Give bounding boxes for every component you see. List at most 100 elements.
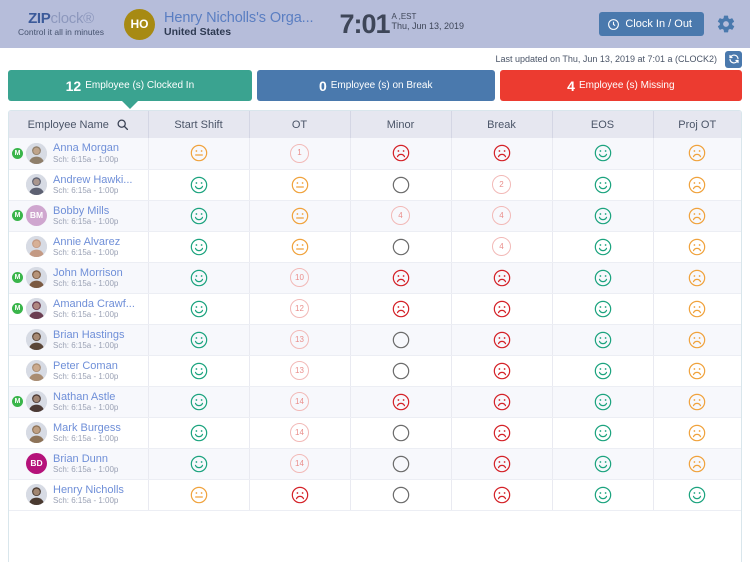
column-minor[interactable]: Minor <box>350 111 452 138</box>
employee-name[interactable]: Mark Burgess <box>53 422 121 435</box>
employee-name[interactable]: Peter Coman <box>53 360 118 373</box>
ot-neutral-face-icon[interactable] <box>290 206 310 226</box>
ot-sad-face-icon[interactable] <box>290 485 310 505</box>
minor-cell[interactable] <box>350 448 452 480</box>
tab-clocked-in[interactable]: 12 Employee (s) Clocked In <box>8 70 252 101</box>
eos-cell[interactable] <box>552 138 654 170</box>
avatar[interactable] <box>26 328 47 350</box>
minor-empty-circle-icon[interactable] <box>391 485 411 505</box>
proj-ot-sad-face-icon[interactable] <box>687 268 707 288</box>
ot-cell[interactable] <box>249 169 351 201</box>
eos-cell[interactable] <box>552 293 654 325</box>
break-cell[interactable] <box>451 479 553 511</box>
ot-neutral-face-icon[interactable] <box>290 175 310 195</box>
break-cell[interactable] <box>451 324 553 356</box>
minor-cell[interactable] <box>350 324 452 356</box>
table-row[interactable]: Andrew Hawki... Sch: 6:15a - 1:00p 2 <box>9 169 741 201</box>
break-sad-face-icon[interactable] <box>492 330 512 350</box>
proj-ot-sad-face-icon[interactable] <box>687 330 707 350</box>
avatar[interactable] <box>26 297 47 319</box>
column-start-shift[interactable]: Start Shift <box>148 111 250 138</box>
minor-sad-face-icon[interactable] <box>391 268 411 288</box>
minor-cell[interactable] <box>350 293 452 325</box>
break-sad-face-icon[interactable] <box>492 268 512 288</box>
eos-happy-face-icon[interactable] <box>593 454 613 474</box>
employee-name-cell[interactable]: Andrew Hawki... Sch: 6:15a - 1:00p <box>9 169 149 201</box>
ot-cell[interactable]: 14 <box>249 417 351 449</box>
proj-ot-cell[interactable] <box>653 138 741 170</box>
ot-neutral-face-icon[interactable] <box>290 237 310 257</box>
ot-cell[interactable]: 1 <box>249 138 351 170</box>
start-shift-cell[interactable] <box>148 479 250 511</box>
eos-happy-face-icon[interactable] <box>593 143 613 163</box>
employee-name[interactable]: Brian Dunn <box>53 453 118 466</box>
break-sad-face-icon[interactable] <box>492 361 512 381</box>
break-count-badge[interactable]: 4 <box>492 237 511 256</box>
proj-ot-cell[interactable] <box>653 293 741 325</box>
eos-cell[interactable] <box>552 448 654 480</box>
table-row[interactable]: BD Brian Dunn Sch: 6:15a - 1:00p 14 <box>9 448 741 480</box>
minor-cell[interactable] <box>350 386 452 418</box>
eos-happy-face-icon[interactable] <box>593 206 613 226</box>
break-cell[interactable]: 4 <box>451 200 553 232</box>
minor-sad-face-icon[interactable] <box>391 392 411 412</box>
proj-ot-cell[interactable] <box>653 417 741 449</box>
start-shift-neutral-face-icon[interactable] <box>189 143 209 163</box>
start-shift-cell[interactable] <box>148 293 250 325</box>
proj-ot-cell[interactable] <box>653 262 741 294</box>
proj-ot-sad-face-icon[interactable] <box>687 392 707 412</box>
eos-happy-face-icon[interactable] <box>593 423 613 443</box>
break-cell[interactable] <box>451 293 553 325</box>
avatar[interactable]: BD <box>26 452 47 474</box>
minor-cell[interactable] <box>350 138 452 170</box>
minor-sad-face-icon[interactable] <box>391 143 411 163</box>
table-row[interactable]: Henry Nicholls Sch: 6:15a - 1:00p <box>9 479 741 511</box>
start-shift-cell[interactable] <box>148 200 250 232</box>
ot-cell[interactable]: 10 <box>249 262 351 294</box>
minor-cell[interactable] <box>350 417 452 449</box>
minor-empty-circle-icon[interactable] <box>391 423 411 443</box>
break-count-badge[interactable]: 2 <box>492 175 511 194</box>
start-shift-cell[interactable] <box>148 138 250 170</box>
proj-ot-cell[interactable] <box>653 448 741 480</box>
break-sad-face-icon[interactable] <box>492 299 512 319</box>
organization-name[interactable]: Henry Nicholls's Orga... <box>164 10 314 26</box>
start-shift-happy-face-icon[interactable] <box>189 392 209 412</box>
minor-cell[interactable] <box>350 231 452 263</box>
table-row[interactable]: M Anna Morgan Sch: 6:15a - 1:00p 1 <box>9 138 741 170</box>
eos-cell[interactable] <box>552 262 654 294</box>
minor-empty-circle-icon[interactable] <box>391 175 411 195</box>
employee-name-cell[interactable]: Brian Hastings Sch: 6:15a - 1:00p <box>9 324 149 356</box>
ot-count-badge[interactable]: 14 <box>290 392 309 411</box>
column-break[interactable]: Break <box>451 111 553 138</box>
start-shift-cell[interactable] <box>148 231 250 263</box>
minor-sad-face-icon[interactable] <box>391 299 411 319</box>
start-shift-cell[interactable] <box>148 386 250 418</box>
ot-cell[interactable]: 12 <box>249 293 351 325</box>
avatar[interactable] <box>26 359 47 381</box>
employee-name[interactable]: Amanda Crawf... <box>53 298 135 311</box>
break-sad-face-icon[interactable] <box>492 423 512 443</box>
proj-ot-cell[interactable] <box>653 200 741 232</box>
minor-cell[interactable]: 4 <box>350 200 452 232</box>
start-shift-happy-face-icon[interactable] <box>189 268 209 288</box>
table-row[interactable]: Brian Hastings Sch: 6:15a - 1:00p 13 <box>9 324 741 356</box>
eos-cell[interactable] <box>552 355 654 387</box>
break-count-badge[interactable]: 4 <box>492 206 511 225</box>
minor-empty-circle-icon[interactable] <box>391 454 411 474</box>
table-row[interactable]: M Nathan Astle Sch: 6:15a - 1:00p 14 <box>9 386 741 418</box>
employee-name-cell[interactable]: M Anna Morgan Sch: 6:15a - 1:00p <box>9 138 149 170</box>
refresh-icon[interactable] <box>725 50 742 68</box>
minor-empty-circle-icon[interactable] <box>391 361 411 381</box>
table-row[interactable]: Peter Coman Sch: 6:15a - 1:00p 13 <box>9 355 741 387</box>
eos-happy-face-icon[interactable] <box>593 299 613 319</box>
minor-count-badge[interactable]: 4 <box>391 206 410 225</box>
employee-name[interactable]: Nathan Astle <box>53 391 118 404</box>
clock-in-out-button[interactable]: Clock In / Out <box>599 12 704 36</box>
employee-name[interactable]: Brian Hastings <box>53 329 125 342</box>
proj-ot-sad-face-icon[interactable] <box>687 454 707 474</box>
ot-cell[interactable]: 14 <box>249 386 351 418</box>
minor-cell[interactable] <box>350 262 452 294</box>
employee-name[interactable]: Andrew Hawki... <box>53 174 132 187</box>
minor-cell[interactable] <box>350 169 452 201</box>
